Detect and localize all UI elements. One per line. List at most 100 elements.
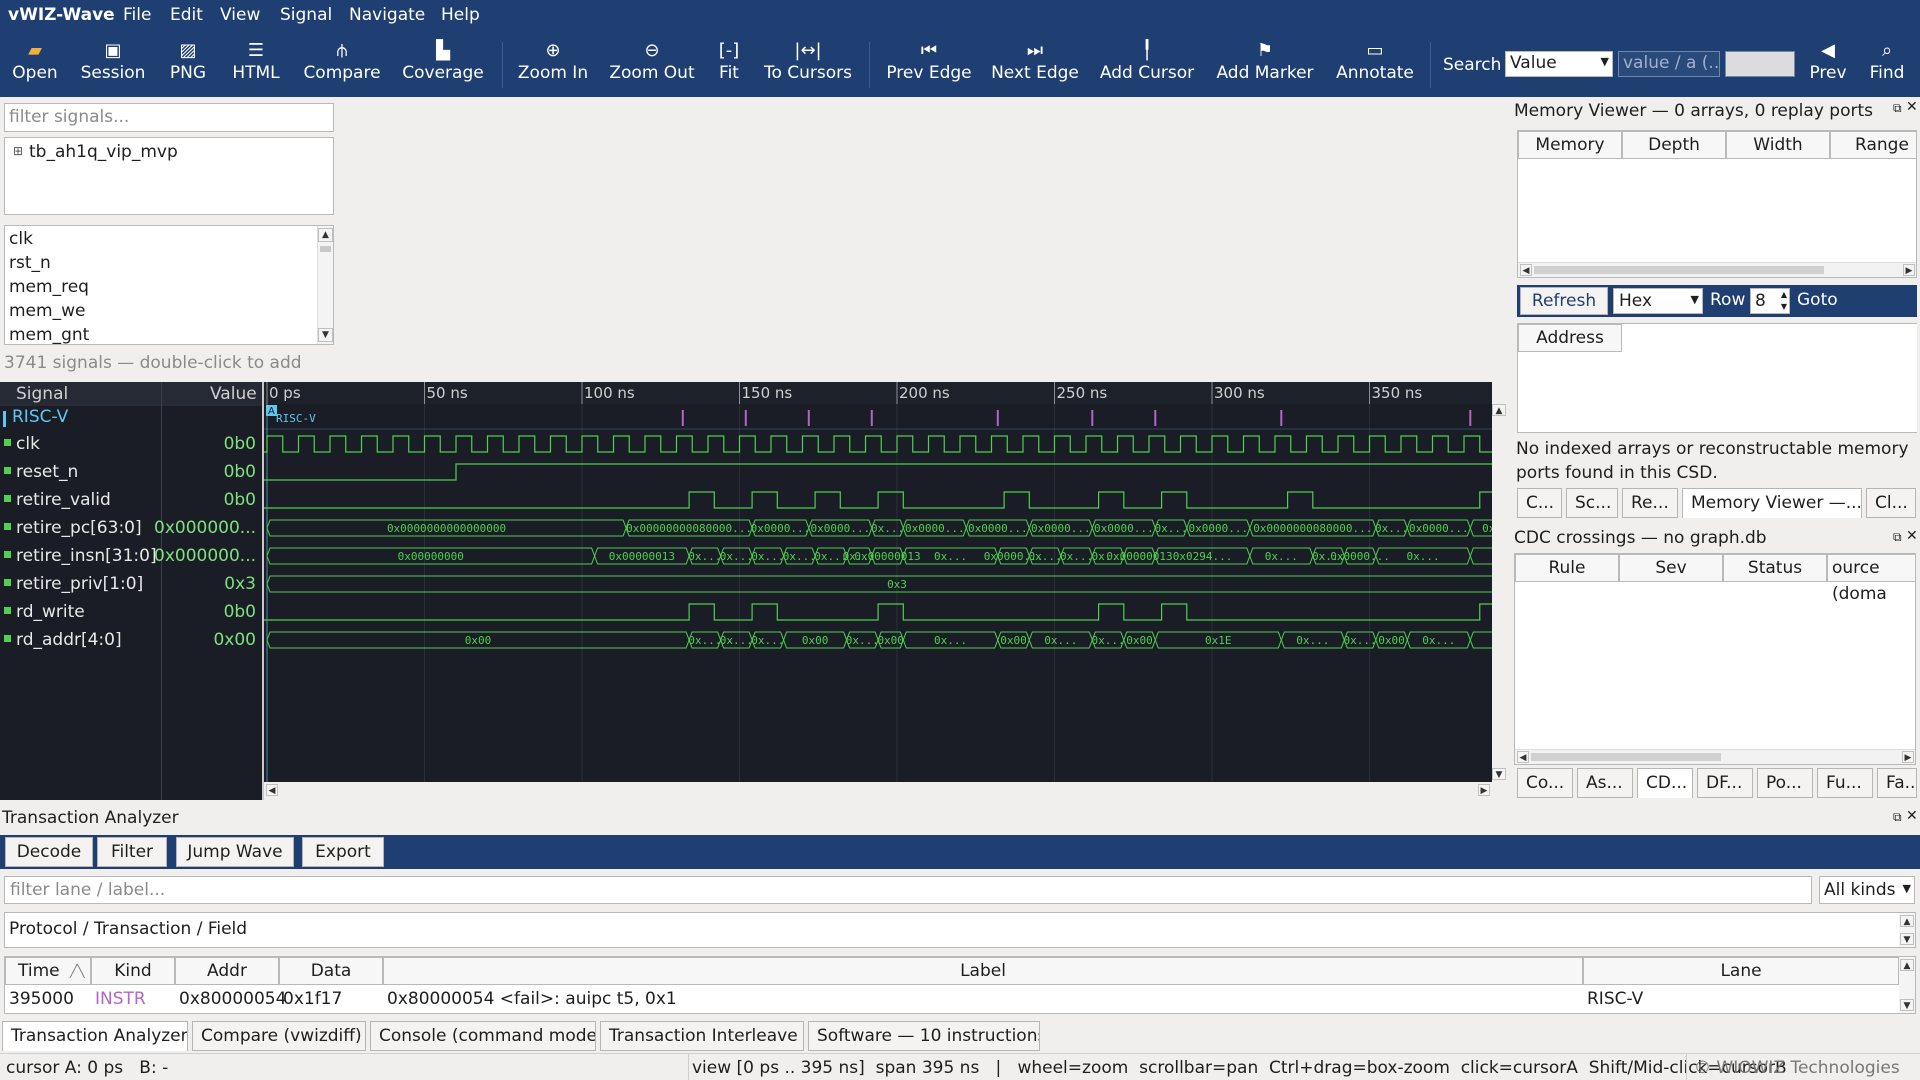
search-mode-select[interactable]: Value ▼ (1505, 51, 1613, 77)
scroll-up-icon[interactable]: ▲ (1492, 404, 1506, 416)
column-header[interactable]: Label (383, 957, 1583, 985)
signal-row[interactable]: rd_write 0b0 (0, 598, 262, 626)
float-icon[interactable]: ⧉ (1893, 530, 1902, 545)
tree-root[interactable]: tb_ah1q_vip_mvp (29, 142, 178, 162)
scroll-up-icon[interactable]: ▲ (1900, 915, 1914, 927)
menu-file[interactable]: File (123, 5, 151, 25)
expand-icon[interactable]: ⊞ (13, 144, 23, 158)
tab-cl[interactable]: Cl... (1866, 488, 1916, 518)
waveform-canvas[interactable]: 0 ps 50 ns 100 ns 150 ns 200 ns 250 ns 300 ns 3… (264, 382, 1492, 782)
column-header[interactable]: Memory (1518, 131, 1622, 159)
tab-fu[interactable]: Fu... (1817, 768, 1873, 798)
tab-df[interactable]: DF... (1697, 768, 1753, 798)
scroll-thumb[interactable] (320, 246, 331, 252)
column-header[interactable]: ource (doma (1827, 554, 1915, 604)
row-spinbox[interactable]: 8 ▲ ▼ (1750, 288, 1790, 314)
signal-row[interactable]: retire_insn[31:0] 0x000000... (0, 542, 262, 570)
float-icon[interactable]: ⧉ (1893, 810, 1902, 825)
scroll-down-icon[interactable]: ▼ (1900, 999, 1914, 1011)
signal-row[interactable]: retire_valid 0b0 (0, 486, 262, 514)
to-cursors-button[interactable]: |↔| To Cursors (762, 32, 854, 97)
column-header[interactable]: Sev (1619, 554, 1723, 582)
tab-sc[interactable]: Sc... (1566, 488, 1618, 518)
scroll-down-icon[interactable]: ▼ (1900, 933, 1914, 945)
float-icon[interactable]: ⧉ (1893, 101, 1902, 116)
list-item[interactable]: mem_we (9, 301, 85, 321)
column-header[interactable]: Data (279, 957, 383, 985)
signal-row[interactable]: retire_pc[63:0] 0x000000... (0, 514, 262, 542)
tab-compare[interactable]: Compare (vwizdiff) (192, 1021, 366, 1051)
list-item[interactable]: rst_n (9, 253, 51, 273)
signal-row[interactable]: rd_addr[4:0] 0x00 (0, 626, 262, 654)
column-header[interactable]: Depth (1622, 131, 1726, 159)
cdc-hscrollbar[interactable]: ◀ ▶ (1515, 749, 1915, 764)
jump-wave-button[interactable]: Jump Wave (176, 837, 294, 867)
tab-transaction-interleave[interactable]: Transaction Interleave (600, 1021, 804, 1051)
column-header[interactable]: Range (1830, 131, 1916, 159)
filter-button[interactable]: Filter (97, 837, 167, 867)
menu-signal[interactable]: Signal (280, 5, 332, 25)
annotate-button[interactable]: ▭ Annotate (1333, 32, 1417, 97)
list-item[interactable]: mem_req (9, 277, 89, 297)
search-extra-field[interactable] (1725, 51, 1795, 77)
tab-console[interactable]: Console (command mode) (370, 1021, 596, 1051)
open-button[interactable]: ▰ Open (8, 32, 62, 97)
scroll-down-icon[interactable]: ▼ (318, 328, 333, 342)
html-button[interactable]: ☰ HTML (228, 32, 284, 97)
png-button[interactable]: ▨ PNG (165, 32, 211, 97)
group-risc-v[interactable]: RISC-V (12, 407, 68, 427)
table-scrollbar[interactable]: ▲ ▼ (1899, 957, 1915, 1013)
refresh-button[interactable]: Refresh (1520, 287, 1608, 315)
prev-edge-button[interactable]: ⏮ Prev Edge (885, 32, 973, 97)
find-button[interactable]: ⌕ Find (1862, 32, 1912, 97)
scroll-right-icon[interactable]: ▶ (1478, 784, 1490, 796)
tab-c[interactable]: C... (1517, 488, 1562, 518)
scroll-up-icon[interactable]: ▲ (318, 228, 333, 242)
scroll-thumb[interactable] (1531, 753, 1721, 761)
add-cursor-button[interactable]: ╿ Add Cursor (1098, 32, 1196, 97)
tab-co[interactable]: Co... (1517, 768, 1573, 798)
column-header[interactable]: Addr (175, 957, 279, 985)
compare-button[interactable]: ⫛ Compare (302, 32, 382, 97)
zoom-in-button[interactable]: ⊕ Zoom In (516, 32, 590, 97)
goto-button[interactable]: Goto (1797, 290, 1838, 310)
scroll-left-icon[interactable]: ◀ (1520, 264, 1532, 276)
column-header[interactable]: Kind (91, 957, 175, 985)
close-icon[interactable]: ✕ (1906, 528, 1918, 544)
scroll-right-icon[interactable]: ▶ (1903, 264, 1915, 276)
tab-re[interactable]: Re... (1622, 488, 1678, 518)
scroll-down-icon[interactable]: ▼ (1492, 768, 1506, 780)
spin-icon[interactable]: ▲ ▼ (1781, 289, 1787, 313)
scroll-right-icon[interactable]: ▶ (1902, 751, 1914, 763)
tab-memory-viewer[interactable]: Memory Viewer —... (1682, 488, 1862, 518)
signal-row[interactable]: clk 0b0 (0, 430, 262, 458)
signal-list-scrollbar[interactable]: ▲ ▼ (317, 226, 333, 344)
wave-hscrollbar[interactable]: ◀ ▶ (264, 782, 1492, 798)
add-marker-button[interactable]: ⚑ Add Marker (1215, 32, 1315, 97)
scroll-thumb[interactable] (1534, 266, 1824, 274)
close-icon[interactable]: ✕ (1906, 808, 1918, 824)
menu-navigate[interactable]: Navigate (349, 5, 425, 25)
coverage-button[interactable]: ▙ Coverage (400, 32, 486, 97)
menu-edit[interactable]: Edit (170, 5, 203, 25)
tab-transaction-analyzer[interactable]: Transaction Analyzer (2, 1021, 188, 1051)
export-button[interactable]: Export (302, 837, 384, 867)
wave-vscrollbar[interactable]: ▲ ▼ (1492, 402, 1507, 782)
memory-hscrollbar[interactable]: ◀ ▶ (1518, 262, 1916, 277)
signal-row[interactable]: reset_n 0b0 (0, 458, 262, 486)
next-edge-button[interactable]: ⏭ Next Edge (991, 32, 1079, 97)
session-button[interactable]: ▣ Session (78, 32, 148, 97)
menu-view[interactable]: View (220, 5, 260, 25)
prev-button[interactable]: ◀ Prev (1805, 32, 1851, 97)
menu-help[interactable]: Help (441, 5, 480, 25)
kinds-select[interactable]: All kinds ▼ (1819, 876, 1915, 904)
tab-as[interactable]: As... (1577, 768, 1633, 798)
column-header[interactable]: Lane (1583, 957, 1899, 985)
format-select[interactable]: Hex ▼ (1613, 288, 1703, 314)
tree-scrollbar[interactable]: ▲ ▼ (1899, 913, 1915, 947)
list-item[interactable]: clk (9, 229, 33, 249)
zoom-out-button[interactable]: ⊖ Zoom Out (608, 32, 696, 97)
filter-signals-input[interactable]: filter signals... (4, 103, 334, 132)
scroll-up-icon[interactable]: ▲ (1900, 959, 1914, 971)
table-row[interactable]: 395000 INSTR 0x80000054 0x1f17 0x8000005… (5, 987, 1899, 1013)
